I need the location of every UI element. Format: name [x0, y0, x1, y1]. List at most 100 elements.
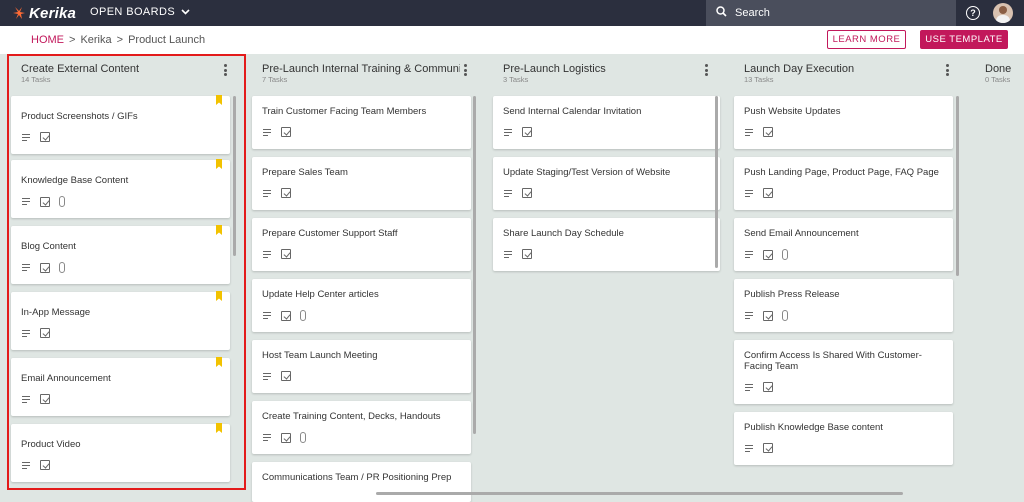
task-card[interactable]: Share Launch Day Schedule: [493, 218, 720, 271]
checklist-icon: [763, 310, 773, 321]
avatar[interactable]: [993, 3, 1013, 23]
task-card-title: Push Landing Page, Product Page, FAQ Pag…: [744, 167, 939, 178]
breadcrumb-kerika[interactable]: Kerika: [80, 34, 111, 46]
column-title: Pre-Launch Logistics: [503, 63, 606, 75]
task-card[interactable]: Knowledge Base Content: [11, 159, 230, 218]
checklist-icon: [763, 382, 773, 392]
column-scrollbar[interactable]: [233, 96, 236, 256]
task-card[interactable]: Train Customer Facing Team Members: [252, 96, 471, 149]
task-card[interactable]: Product Video: [11, 423, 230, 482]
description-icon: [744, 382, 754, 392]
task-card[interactable]: Push Landing Page, Product Page, FAQ Pag…: [734, 157, 953, 210]
column-task-count: 13 Tasks: [744, 75, 774, 84]
use-template-button[interactable]: USE TEMPLATE: [920, 30, 1008, 49]
more-vertical-icon[interactable]: [224, 64, 228, 78]
breadcrumb-current: Product Launch: [128, 34, 206, 46]
column-header[interactable]: Pre-Launch Logistics 3 Tasks: [493, 54, 721, 88]
search-placeholder: Search: [735, 7, 770, 19]
column-scrollbar[interactable]: [956, 96, 959, 276]
column-header[interactable]: Pre-Launch Internal Training & Communi… 7…: [252, 54, 473, 88]
task-card[interactable]: Email Announcement: [11, 357, 230, 416]
task-card[interactable]: Send Email Announcement: [734, 218, 953, 271]
column-title: Pre-Launch Internal Training & Communi…: [262, 63, 460, 75]
task-card[interactable]: Publish Press Release: [734, 279, 953, 332]
checklist-icon: [40, 460, 50, 470]
task-card-icons: [744, 310, 788, 321]
column-title: Launch Day Execution: [744, 63, 855, 75]
task-card[interactable]: Send Internal Calendar Invitation: [493, 96, 720, 149]
checklist-icon: [40, 132, 50, 142]
description-icon: [262, 127, 272, 137]
task-card[interactable]: Prepare Customer Support Staff: [252, 218, 471, 271]
task-card-icons: [503, 188, 532, 198]
bookmark-icon: [216, 95, 222, 105]
help-icon[interactable]: ?: [966, 6, 980, 20]
bookmark-icon: [216, 159, 222, 169]
open-boards-menu[interactable]: OPEN BOARDS: [90, 6, 190, 18]
column-scrollbar[interactable]: [715, 96, 718, 268]
task-card[interactable]: Product Screenshots / GIFs: [11, 95, 230, 154]
horizontal-scrollbar[interactable]: [376, 492, 903, 495]
description-icon: [744, 443, 754, 453]
task-card[interactable]: In-App Message: [11, 291, 230, 350]
task-card-title: Knowledge Base Content: [21, 175, 129, 186]
bookmark-icon: [216, 291, 222, 301]
task-card-title: Prepare Customer Support Staff: [262, 228, 398, 239]
task-card-icons: [744, 382, 773, 392]
task-card-title: Publish Press Release: [744, 289, 840, 300]
task-card-icons: [744, 127, 773, 137]
sub-toolbar: HOME > Kerika > Product Launch LEARN MOR…: [0, 26, 1024, 54]
column-task-count: 3 Tasks: [503, 75, 529, 84]
task-card-icons: [21, 196, 65, 207]
task-card[interactable]: Update Help Center articles: [252, 279, 471, 332]
checklist-icon: [763, 443, 773, 453]
task-card[interactable]: Confirm Access Is Shared With Customer-F…: [734, 340, 953, 404]
task-card-icons: [744, 188, 773, 198]
more-vertical-icon[interactable]: [946, 64, 950, 78]
task-card[interactable]: Host Team Launch Meeting: [252, 340, 471, 393]
more-vertical-icon[interactable]: [705, 64, 709, 78]
more-vertical-icon[interactable]: [464, 64, 468, 78]
breadcrumb-home[interactable]: HOME: [31, 34, 64, 46]
search-icon: [716, 6, 727, 20]
task-card[interactable]: Prepare Sales Team: [252, 157, 471, 210]
kerika-logo[interactable]: Kerika: [12, 4, 76, 22]
description-icon: [744, 188, 754, 198]
task-card[interactable]: Push Website Updates: [734, 96, 953, 149]
task-card[interactable]: Update Staging/Test Version of Website: [493, 157, 720, 210]
task-card-title: Prepare Sales Team: [262, 167, 348, 178]
task-card[interactable]: Create Training Content, Decks, Handouts: [252, 401, 471, 454]
task-card-icons: [21, 328, 50, 338]
chevron-down-icon: [181, 6, 190, 18]
task-card[interactable]: Publish Knowledge Base content: [734, 412, 953, 465]
board-column: Done 0 Tasks: [975, 54, 1024, 497]
bookmark-icon: [216, 225, 222, 235]
task-card-icons: [262, 432, 306, 443]
attachment-icon: [300, 310, 306, 321]
description-icon: [21, 197, 31, 207]
task-card-title: Train Customer Facing Team Members: [262, 106, 427, 117]
column-header[interactable]: Create External Content 14 Tasks: [11, 54, 232, 88]
column-header[interactable]: Launch Day Execution 13 Tasks: [734, 54, 955, 88]
task-card-title: Update Staging/Test Version of Website: [503, 167, 671, 178]
learn-more-button[interactable]: LEARN MORE: [827, 30, 906, 49]
description-icon: [21, 132, 31, 142]
column-header[interactable]: Done 0 Tasks: [975, 54, 1024, 88]
column-scrollbar[interactable]: [473, 96, 476, 434]
task-card-icons: [503, 127, 532, 137]
task-card[interactable]: Blog Content: [11, 225, 230, 284]
search-bar[interactable]: Search: [706, 0, 956, 26]
description-icon: [262, 433, 272, 443]
task-card-icons: [262, 249, 291, 259]
description-icon: [744, 250, 754, 260]
description-icon: [262, 249, 272, 259]
column-title: Done: [985, 63, 1012, 75]
attachment-icon: [59, 262, 65, 273]
task-card[interactable]: Communications Team / PR Positioning Pre…: [252, 462, 471, 502]
help-glyph: ?: [970, 8, 976, 18]
column-task-count: 7 Tasks: [262, 75, 288, 84]
breadcrumb-separator: >: [116, 34, 124, 46]
description-icon: [744, 311, 754, 321]
task-card-title: Email Announcement: [21, 373, 111, 384]
task-card-title: Push Website Updates: [744, 106, 841, 117]
